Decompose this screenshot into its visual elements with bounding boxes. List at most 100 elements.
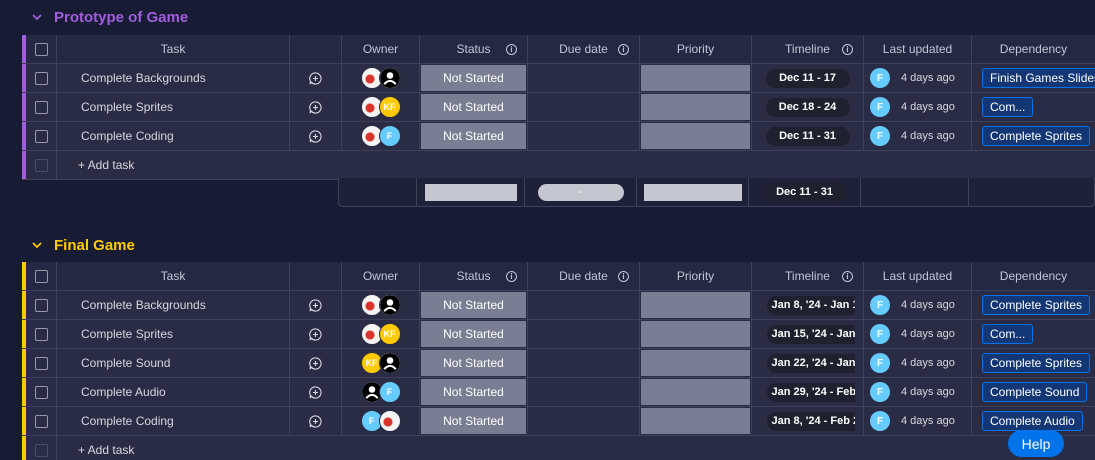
task-name[interactable]: Complete Audio: [57, 378, 290, 406]
task-name[interactable]: Complete Sound: [57, 349, 290, 377]
status-cell[interactable]: Not Started: [420, 349, 528, 377]
timeline-cell[interactable]: Jan 8, '24 - Feb 2, ': [752, 407, 864, 435]
column-header-owner[interactable]: Owner: [342, 35, 420, 63]
status-cell[interactable]: Not Started: [420, 93, 528, 121]
priority-cell[interactable]: [640, 122, 752, 150]
column-header-status[interactable]: Status i: [420, 262, 528, 290]
row-checkbox[interactable]: [34, 327, 48, 341]
info-icon[interactable]: i: [506, 43, 517, 55]
status-cell[interactable]: Not Started: [420, 407, 528, 435]
add-task-button[interactable]: + Add task: [57, 436, 1095, 460]
dependency-cell[interactable]: Finish Games Slides: [972, 64, 1095, 92]
column-header-last-updated[interactable]: Last updated: [864, 35, 972, 63]
task-name[interactable]: Complete Backgrounds: [57, 64, 290, 92]
status-cell[interactable]: Not Started: [420, 122, 528, 150]
row-checkbox[interactable]: [34, 71, 48, 85]
owner-cell[interactable]: F: [342, 378, 420, 406]
task-name[interactable]: Complete Sprites: [57, 320, 290, 348]
due-date-cell[interactable]: [528, 122, 640, 150]
due-date-cell[interactable]: [528, 407, 640, 435]
add-update-button[interactable]: [290, 378, 342, 406]
status-summary[interactable]: [417, 178, 525, 206]
chevron-down-icon[interactable]: [30, 10, 44, 24]
owner-cell[interactable]: [342, 64, 420, 92]
dependency-chip[interactable]: Complete Sprites: [982, 353, 1091, 373]
due-date-summary[interactable]: -: [525, 178, 637, 206]
group-header-final-game[interactable]: Final Game: [30, 234, 135, 256]
row-checkbox[interactable]: [34, 385, 48, 399]
row-checkbox[interactable]: [34, 129, 48, 143]
owner-cell[interactable]: F: [342, 122, 420, 150]
dependency-cell[interactable]: Complete Sprites: [972, 291, 1095, 319]
status-cell[interactable]: Not Started: [420, 378, 528, 406]
timeline-cell[interactable]: Dec 18 - 24: [752, 93, 864, 121]
dependency-cell[interactable]: Complete Sound: [972, 378, 1095, 406]
status-cell[interactable]: Not Started: [420, 64, 528, 92]
column-header-priority[interactable]: Priority: [640, 262, 752, 290]
column-header-due-date[interactable]: Due date i: [528, 35, 640, 63]
info-icon[interactable]: i: [506, 270, 517, 282]
info-icon[interactable]: i: [842, 43, 853, 55]
add-task-row[interactable]: + Add task: [22, 436, 1095, 460]
add-update-button[interactable]: [290, 291, 342, 319]
add-task-button[interactable]: + Add task: [57, 151, 1095, 179]
task-name[interactable]: Complete Sprites: [57, 93, 290, 121]
add-task-row[interactable]: + Add task: [22, 151, 1095, 180]
timeline-cell[interactable]: Jan 22, '24 - Jan 28: [752, 349, 864, 377]
column-header-timeline[interactable]: Timeline i: [752, 262, 864, 290]
priority-cell[interactable]: [640, 291, 752, 319]
column-header-due-date[interactable]: Due date i: [528, 262, 640, 290]
due-date-cell[interactable]: [528, 291, 640, 319]
dependency-cell[interactable]: Complete Sprites: [972, 349, 1095, 377]
add-update-button[interactable]: [290, 320, 342, 348]
priority-cell[interactable]: [640, 378, 752, 406]
column-header-timeline[interactable]: Timeline i: [752, 35, 864, 63]
info-icon[interactable]: i: [842, 270, 853, 282]
column-header-last-updated[interactable]: Last updated: [864, 262, 972, 290]
group-title[interactable]: Final Game: [54, 237, 135, 254]
owner-cell[interactable]: KF: [342, 320, 420, 348]
timeline-cell[interactable]: Jan 29, '24 - Feb 4: [752, 378, 864, 406]
row-checkbox[interactable]: [34, 100, 48, 114]
row-checkbox[interactable]: [34, 298, 48, 312]
column-header-dependency[interactable]: Dependency: [972, 35, 1095, 63]
status-cell[interactable]: Not Started: [420, 291, 528, 319]
owner-cell[interactable]: [342, 291, 420, 319]
info-icon[interactable]: i: [618, 270, 629, 282]
add-update-button[interactable]: [290, 122, 342, 150]
priority-cell[interactable]: [640, 64, 752, 92]
select-all-checkbox[interactable]: [34, 269, 48, 283]
dependency-chip[interactable]: Com...: [982, 324, 1034, 344]
add-update-button[interactable]: [290, 349, 342, 377]
owner-cell[interactable]: F: [342, 407, 420, 435]
task-name[interactable]: Complete Coding: [57, 407, 290, 435]
dependency-chip[interactable]: Complete Audio: [982, 411, 1083, 431]
column-header-task[interactable]: Task: [57, 35, 290, 63]
select-all-checkbox[interactable]: [34, 42, 48, 56]
due-date-cell[interactable]: [528, 349, 640, 377]
status-cell[interactable]: Not Started: [420, 320, 528, 348]
dependency-chip[interactable]: Complete Sprites: [982, 126, 1091, 146]
due-date-cell[interactable]: [528, 64, 640, 92]
info-icon[interactable]: i: [618, 43, 629, 55]
dependency-chip[interactable]: Complete Sprites: [982, 295, 1091, 315]
dependency-cell[interactable]: Complete Sprites: [972, 122, 1095, 150]
dependency-chip[interactable]: Complete Sound: [982, 382, 1088, 402]
task-name[interactable]: Complete Coding: [57, 122, 290, 150]
add-update-button[interactable]: [290, 93, 342, 121]
owner-cell[interactable]: KF: [342, 349, 420, 377]
column-header-status[interactable]: Status i: [420, 35, 528, 63]
dependency-chip[interactable]: Com...: [982, 97, 1034, 117]
due-date-cell[interactable]: [528, 93, 640, 121]
add-update-button[interactable]: [290, 64, 342, 92]
row-checkbox[interactable]: [34, 414, 48, 428]
timeline-cell[interactable]: Dec 11 - 31: [752, 122, 864, 150]
timeline-cell[interactable]: Jan 8, '24 - Jan 14: [752, 291, 864, 319]
group-title[interactable]: Prototype of Game: [54, 9, 188, 26]
column-header-owner[interactable]: Owner: [342, 262, 420, 290]
dependency-cell[interactable]: Com...: [972, 320, 1095, 348]
due-date-cell[interactable]: [528, 320, 640, 348]
due-date-cell[interactable]: [528, 378, 640, 406]
priority-cell[interactable]: [640, 320, 752, 348]
task-name[interactable]: Complete Backgrounds: [57, 291, 290, 319]
